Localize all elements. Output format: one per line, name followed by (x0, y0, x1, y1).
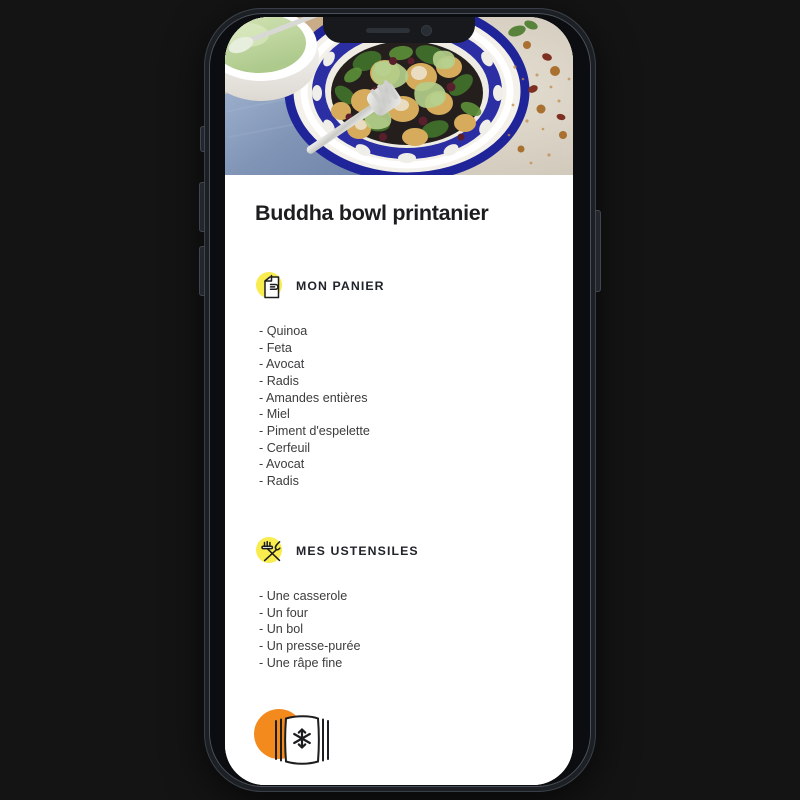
prep-time-block: Environs 30mins de temps de préparation (252, 707, 543, 785)
phone-screen: Buddha bowl printanier MON PANIER - Quin… (225, 17, 573, 785)
fork-knife-icon (255, 534, 289, 568)
ingredient-list: - Quinoa - Feta - Avocat - Radis - Amand… (259, 323, 543, 490)
list-item: - Miel (259, 407, 290, 422)
section-header-ustensiles: MES USTENSILES (255, 534, 543, 568)
list-item: - Avocat (259, 457, 305, 472)
section-label-panier: MON PANIER (296, 278, 385, 293)
phone-frame: Buddha bowl printanier MON PANIER - Quin… (204, 8, 596, 792)
section-label-ustensiles: MES USTENSILES (296, 543, 419, 558)
volume-up-button[interactable] (199, 182, 205, 232)
recipe-content: Buddha bowl printanier MON PANIER - Quin… (225, 175, 573, 785)
list-item: - Piment d'espelette (259, 424, 370, 439)
section-header-panier: MON PANIER (255, 269, 543, 303)
list-item: - Un bol (259, 622, 304, 637)
list-item: - Avocat (259, 357, 305, 372)
list-item: - Feta (259, 340, 292, 355)
list-item: - Une casserole (259, 588, 348, 603)
prep-time-text: Environs 30mins de temps de préparation (255, 783, 543, 785)
list-item: - Amandes entières (259, 390, 368, 405)
phone-mockup-stage: Buddha bowl printanier MON PANIER - Quin… (0, 0, 800, 800)
shopping-bag-icon (255, 269, 289, 303)
list-item: - Un presse-purée (259, 638, 361, 653)
phone-notch (323, 17, 475, 43)
list-item: - Radis (259, 474, 299, 489)
speaker-grille-icon (366, 27, 410, 33)
utensil-list: - Une casserole - Un four - Un bol - Un … (259, 588, 543, 672)
power-button[interactable] (595, 210, 601, 292)
list-item: - Cerfeuil (259, 440, 311, 455)
volume-down-button[interactable] (199, 246, 205, 296)
list-item: - Une râpe fine (259, 655, 343, 670)
front-camera-icon (421, 24, 432, 36)
page-title: Buddha bowl printanier (255, 201, 489, 225)
list-item: - Quinoa (259, 323, 308, 338)
list-item: - Un four (259, 605, 308, 620)
list-item: - Radis (259, 373, 299, 388)
frozen-pouch-icon (252, 707, 362, 771)
silent-switch-button[interactable] (200, 126, 205, 152)
